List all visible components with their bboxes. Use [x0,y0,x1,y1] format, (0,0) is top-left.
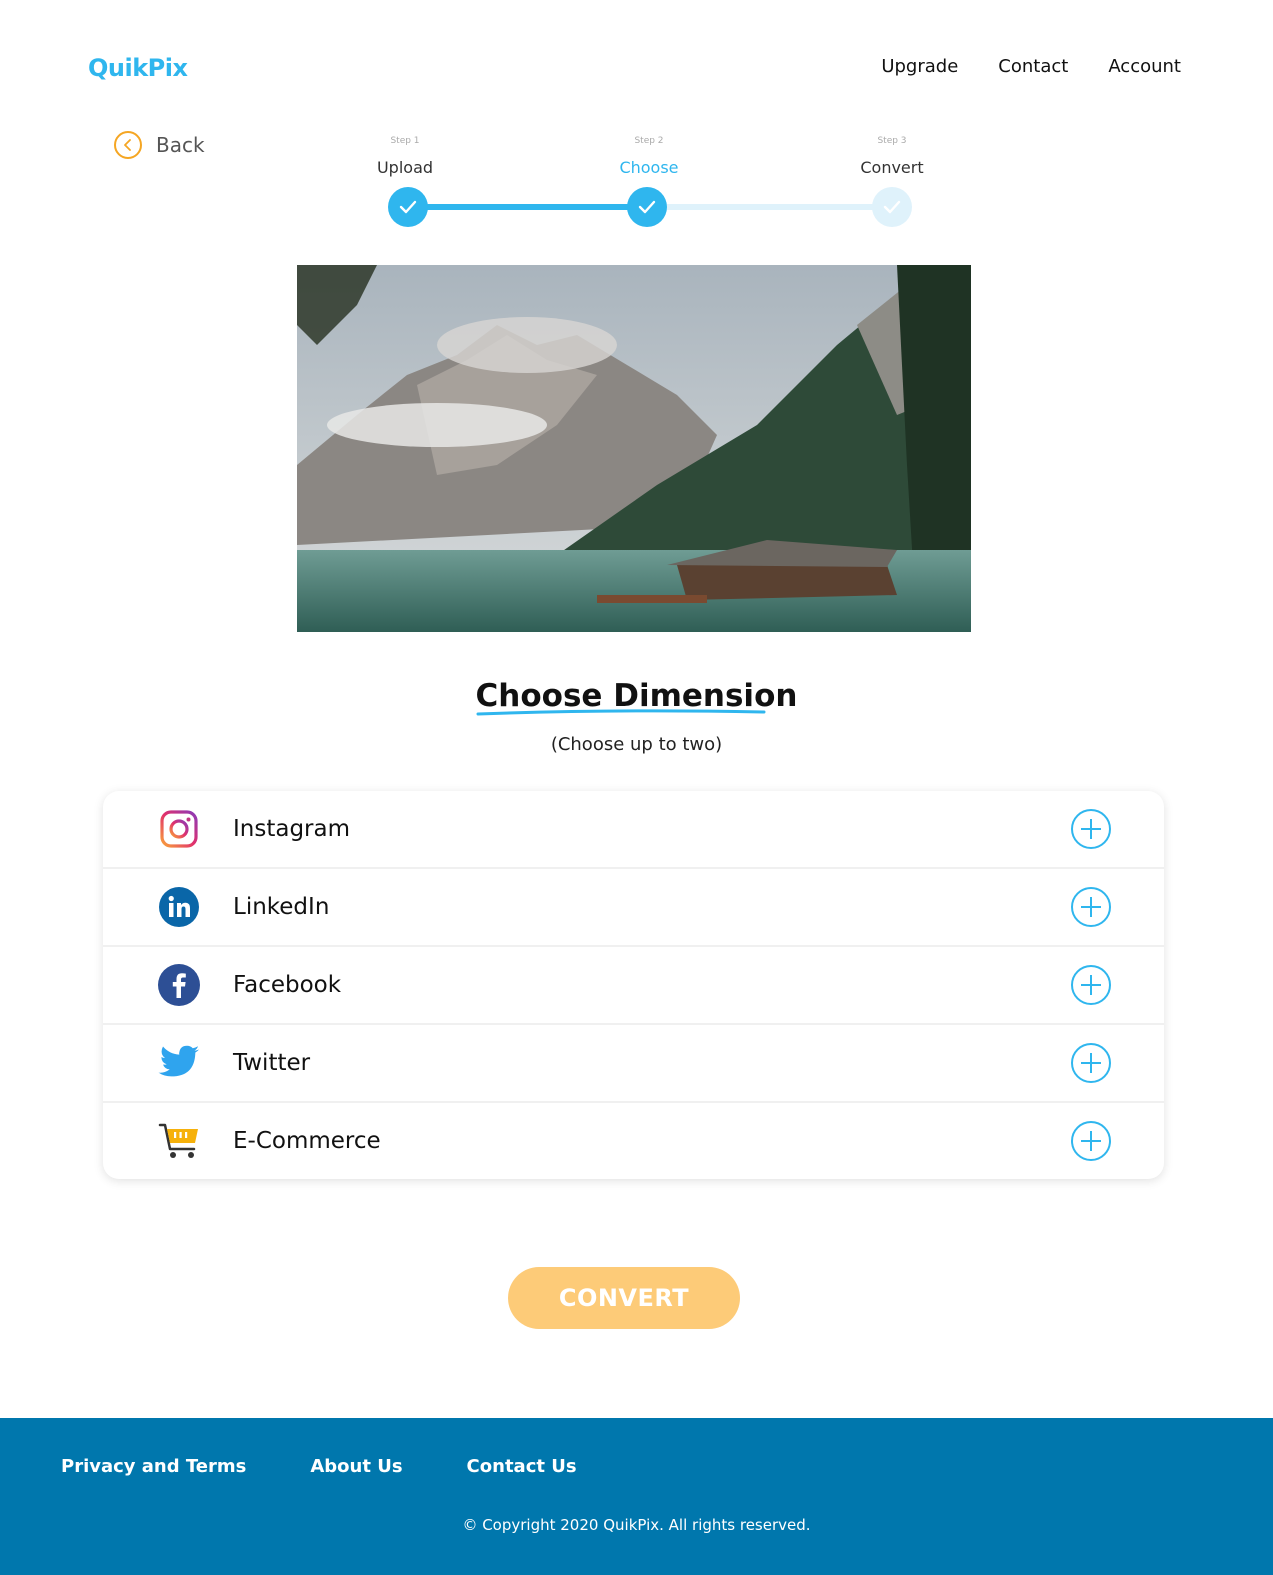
dimension-option-list: Instagram LinkedIn Facebook Twitter E-Co… [103,791,1164,1179]
option-label: Instagram [233,816,351,842]
step-upload: Step 1 Upload [325,136,485,177]
footer-contact-link[interactable]: Contact Us [467,1456,577,1477]
shopping-cart-icon [158,1120,200,1162]
instagram-icon [158,808,200,850]
add-icon[interactable] [1070,964,1112,1006]
add-icon[interactable] [1070,1120,1112,1162]
uploaded-image [297,265,971,632]
nav-contact-link[interactable]: Contact [998,56,1068,77]
step-track-complete [408,204,648,210]
facebook-icon [158,964,200,1006]
progress-stepper: Step 1 Upload Step 2 Choose Step 3 Conve… [330,136,980,236]
option-label: Facebook [233,972,342,998]
step-name: Choose [619,158,679,177]
footer-links: Privacy and Terms About Us Contact Us [61,1456,577,1477]
app-logo[interactable]: QuikPix [88,54,188,82]
add-icon[interactable] [1070,1042,1112,1084]
step-name: Upload [376,158,434,177]
step-convert: Step 3 Convert [812,136,972,177]
option-row-instagram[interactable]: Instagram [103,791,1164,869]
top-nav: Upgrade Contact Account [881,56,1181,77]
option-row-facebook[interactable]: Facebook [103,947,1164,1025]
nav-account-link[interactable]: Account [1108,56,1181,77]
footer: Privacy and Terms About Us Contact Us © … [0,1418,1273,1575]
step-number: Step 3 [877,136,907,146]
footer-about-link[interactable]: About Us [310,1456,402,1477]
step-track-pending [648,204,892,210]
add-icon[interactable] [1070,808,1112,850]
back-label: Back [156,133,205,157]
chevron-left-icon [114,131,142,159]
option-label: LinkedIn [233,894,330,920]
nav-upgrade-link[interactable]: Upgrade [881,56,958,77]
step-number: Step 2 [634,136,664,146]
step-name: Convert [860,158,924,177]
option-label: E-Commerce [233,1128,381,1154]
back-button[interactable]: Back [114,131,205,159]
step-choose: Step 2 Choose [569,136,729,177]
option-row-ecommerce[interactable]: E-Commerce [103,1103,1164,1179]
convert-button[interactable]: CONVERT [508,1267,740,1329]
footer-privacy-link[interactable]: Privacy and Terms [61,1456,246,1477]
check-icon [872,187,912,227]
add-icon[interactable] [1070,886,1112,928]
page-title: Choose Dimension [476,678,797,716]
option-label: Twitter [233,1050,311,1076]
section-title-wrap: Choose Dimension [0,678,1273,716]
check-icon [388,187,428,227]
twitter-icon [158,1042,200,1084]
linkedin-icon [158,886,200,928]
page-subtitle: (Choose up to two) [550,734,723,755]
option-row-twitter[interactable]: Twitter [103,1025,1164,1103]
check-icon [627,187,667,227]
option-row-linkedin[interactable]: LinkedIn [103,869,1164,947]
step-number: Step 1 [390,136,420,146]
copyright-text: © Copyright 2020 QuikPix. All rights res… [462,1516,811,1534]
title-underline [476,709,766,716]
